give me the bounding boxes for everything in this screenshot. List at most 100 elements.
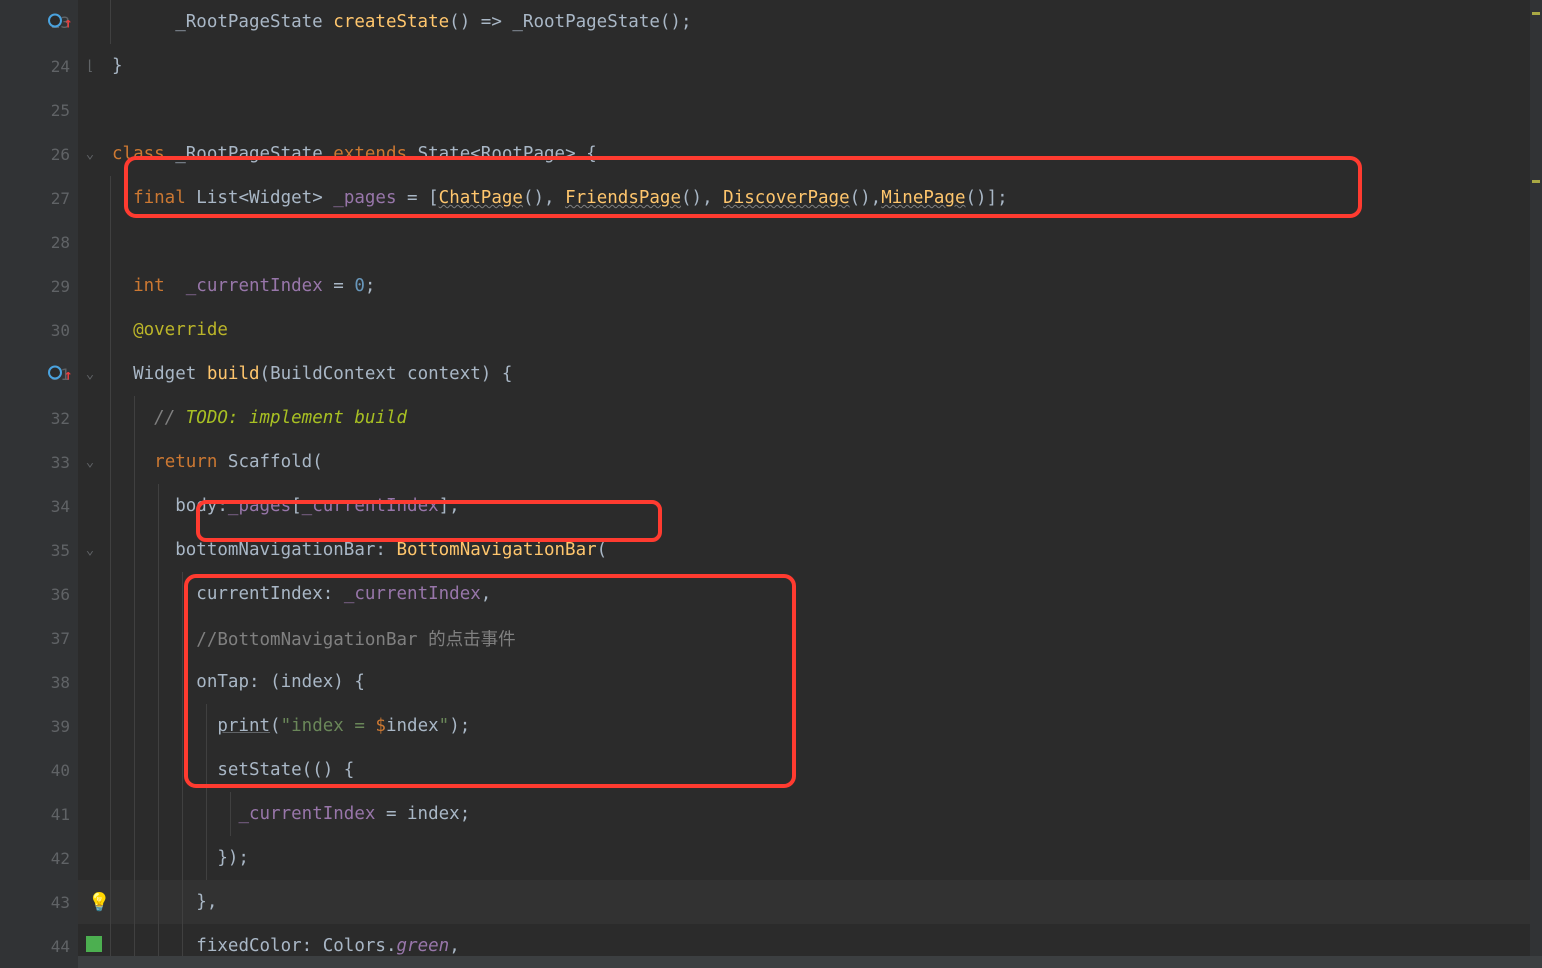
code-text: ( [597,540,608,560]
fold-start-icon[interactable]: ⌄ [86,454,94,470]
gutter-line: 29 [0,264,78,308]
gutter-line: 31 ↑ [0,352,78,396]
gutter-line: 24 [0,44,78,88]
code-line[interactable] [78,88,1542,132]
code-line[interactable]: final List<Widget> _pages = [ChatPage(),… [78,176,1542,220]
code-text: , [481,584,492,604]
indent [112,848,217,868]
gutter-line: 35 [0,528,78,572]
string-interp: $ [375,716,386,736]
code-text [165,276,186,296]
code-editor[interactable]: 23 ↑ 24 25 26 27 28 29 30 31 ↑ 32 33 34 … [0,0,1542,968]
fold-start-icon[interactable]: ⌄ [86,542,94,558]
code-text: = [323,276,355,296]
code-text: () => _RootPageState(); [449,12,691,32]
class-call: DiscoverPage [723,188,849,208]
class-call: BottomNavigationBar [396,540,596,560]
fold-end-icon[interactable]: ⌊ [86,58,94,74]
code-line[interactable]: body:_pages[_currentIndex], [78,484,1542,528]
code-line[interactable]: currentIndex: _currentIndex, [78,572,1542,616]
bulb-icon[interactable]: 💡 [88,892,110,913]
method-name: createState [333,12,449,32]
code-line[interactable]: ⌄ Widget build(BuildContext context) { [78,352,1542,396]
code-line[interactable] [78,220,1542,264]
code-text: (() { [302,760,355,780]
marker-warning[interactable] [1532,12,1540,15]
code-line[interactable]: @override [78,308,1542,352]
marker-warning[interactable] [1532,180,1540,183]
code-line[interactable]: ⌄ class _RootPageState extends State<Roo… [78,132,1542,176]
keyword: extends [333,144,407,164]
annotation: @override [133,320,228,340]
class-call: MinePage [881,188,965,208]
keyword: final [133,188,186,208]
line-number: 32 [51,409,70,428]
field: _pages [228,496,291,516]
code-line[interactable]: _currentIndex = index; [78,792,1542,836]
color-swatch-icon[interactable] [86,936,102,957]
code-line[interactable]: onTap: (index) { [78,660,1542,704]
code-line[interactable]: print("index = $index"); [78,704,1542,748]
indent [112,672,196,692]
code-line[interactable]: }); [78,836,1542,880]
field: _currentIndex [238,804,375,824]
override-icon[interactable]: ↑ [48,365,72,384]
indent [112,760,217,780]
code-text: (), [681,188,723,208]
code-text: State<RootPage> { [407,144,597,164]
line-number: 38 [51,673,70,692]
code-line[interactable]: ⌄ return Scaffold( [78,440,1542,484]
indent [112,540,175,560]
comment: // [154,408,186,428]
code-line-current[interactable]: 💡 }, [78,880,1542,924]
code-text: _RootPageState [165,144,334,164]
fold-start-icon[interactable]: ⌄ [86,366,94,382]
line-number: 28 [51,233,70,252]
gutter-line: 26 [0,132,78,176]
code-line[interactable]: ⌄ bottomNavigationBar: BottomNavigationB… [78,528,1542,572]
comment: //BottomNavigationBar 的点击事件 [196,626,515,651]
line-number: 39 [51,717,70,736]
indent [112,936,196,956]
line-number: 41 [51,805,70,824]
comment-todo: TODO: implement build [186,408,407,428]
indent [112,320,133,340]
class-call: ChatPage [439,188,523,208]
line-number: 30 [51,321,70,340]
code-line[interactable]: // TODO: implement build [78,396,1542,440]
gutter-line: 43 [0,880,78,924]
code-line[interactable]: //BottomNavigationBar 的点击事件 [78,616,1542,660]
indent [112,188,133,208]
field: _currentIndex [344,584,481,604]
line-number: 25 [51,101,70,120]
code-text: _RootPageState [175,12,333,32]
line-number: 44 [51,937,70,956]
code-text: (), [523,188,565,208]
error-stripe[interactable] [1530,0,1542,968]
keyword: int [133,276,165,296]
code-line[interactable]: setState(() { [78,748,1542,792]
code-line[interactable]: _RootPageState createState() => _RootPag… [78,0,1542,44]
field: _currentIndex [186,276,323,296]
code-line[interactable]: ⌊ } [78,44,1542,88]
code-text: }, [196,892,217,912]
code-text: , [449,936,460,956]
code-area[interactable]: _RootPageState createState() => _RootPag… [78,0,1542,968]
code-line[interactable]: int _currentIndex = 0; [78,264,1542,308]
line-number: 33 [51,453,70,472]
gutter-line: 36 [0,572,78,616]
code-text: ], [439,496,460,516]
string: " [439,716,450,736]
line-number: 29 [51,277,70,296]
keyword: class [112,144,165,164]
gutter-line: 30 [0,308,78,352]
override-icon[interactable]: ↑ [48,13,72,32]
code-text: = [ [397,188,439,208]
code-text: = index; [375,804,470,824]
code-text: (index) { [270,672,365,692]
code-text: ); [449,716,470,736]
gutter: 23 ↑ 24 25 26 27 28 29 30 31 ↑ 32 33 34 … [0,0,78,968]
fold-start-icon[interactable]: ⌄ [86,146,94,162]
gutter-line: 39 [0,704,78,748]
variable: index [386,716,439,736]
